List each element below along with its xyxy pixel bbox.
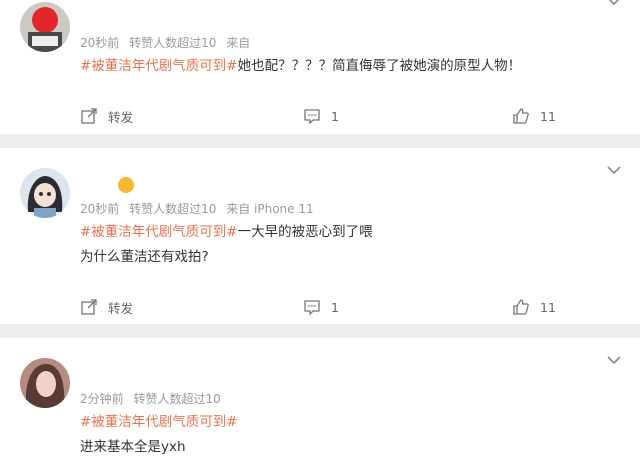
repost-label: 转发 <box>108 300 134 316</box>
like-count: 11 <box>540 108 556 124</box>
repost-info: 转赞人数超过10 <box>133 392 221 406</box>
comment-time: 20秒前 <box>80 202 120 216</box>
like-button[interactable]: 11 <box>512 295 556 319</box>
repost-label: 转发 <box>108 109 134 125</box>
repost-button[interactable]: 转发 <box>80 295 133 319</box>
action-bar: 转发 1 11 <box>0 295 640 319</box>
comment-body: 进来基本全是yxh <box>80 439 186 455</box>
comment-source: 来自 <box>226 36 251 50</box>
comment-text: #被董洁年代剧气质可到#她也配？？？？简直侮辱了被她演的原型人物！ <box>80 54 521 74</box>
comment-count: 1 <box>331 108 339 124</box>
comment-card: 2分钟前 转赞人数超过10 #被董洁年代剧气质可到# 进来基本全是yxh <box>0 338 640 457</box>
like-count: 11 <box>540 299 556 315</box>
vip-badge-icon <box>118 177 134 193</box>
comment-body: 一大早的被恶心到了喂 <box>237 224 373 240</box>
hashtag-link[interactable]: #被董洁年代剧气质可到# <box>80 414 238 430</box>
comment-button[interactable]: 1 <box>303 104 339 128</box>
like-button[interactable]: 11 <box>512 104 556 128</box>
thumbs-up-icon <box>513 108 529 124</box>
comment-text: #被董洁年代剧气质可到#一大早的被恶心到了喂 <box>80 220 373 240</box>
comment-count: 1 <box>331 299 339 315</box>
repost-button[interactable]: 转发 <box>80 104 133 128</box>
hashtag-link[interactable]: #被董洁年代剧气质可到# <box>80 224 238 240</box>
comment-time: 20秒前 <box>80 36 120 50</box>
comment-icon <box>304 300 320 316</box>
avatar[interactable] <box>20 2 70 52</box>
comment-card: 20秒前 转赞人数超过10 来自 iPhone 11 #被董洁年代剧气质可到#一… <box>0 148 640 324</box>
comment-body: 她也配？？？？简直侮辱了被她演的原型人物！ <box>237 58 522 74</box>
chevron-down-icon[interactable] <box>606 355 622 365</box>
comment-button[interactable]: 1 <box>303 295 339 319</box>
comment-meta: 20秒前 转赞人数超过10 来自 <box>80 34 256 51</box>
hashtag-link[interactable]: #被董洁年代剧气质可到# <box>80 58 238 74</box>
chevron-down-icon[interactable] <box>606 0 622 6</box>
comment-source: 来自 iPhone 11 <box>226 202 314 216</box>
comment-icon <box>304 109 320 125</box>
thumbs-up-icon <box>513 299 529 315</box>
share-icon <box>81 108 97 124</box>
avatar[interactable] <box>20 358 70 408</box>
chevron-down-icon[interactable] <box>606 165 622 175</box>
comment-card: 20秒前 转赞人数超过10 来自 #被董洁年代剧气质可到#她也配？？？？简直侮辱… <box>0 0 640 134</box>
comment-time: 2分钟前 <box>80 392 124 406</box>
repost-info: 转赞人数超过10 <box>129 202 217 216</box>
avatar[interactable] <box>20 168 70 218</box>
action-bar: 转发 1 11 <box>0 104 640 128</box>
share-icon <box>81 299 97 315</box>
comment-text-line2: 为什么董洁还有戏拍? <box>80 249 209 265</box>
comment-text: #被董洁年代剧气质可到# <box>80 410 238 430</box>
comment-meta: 2分钟前 转赞人数超过10 <box>80 390 227 407</box>
comment-meta: 20秒前 转赞人数超过10 来自 iPhone 11 <box>80 200 320 217</box>
repost-info: 转赞人数超过10 <box>129 36 217 50</box>
